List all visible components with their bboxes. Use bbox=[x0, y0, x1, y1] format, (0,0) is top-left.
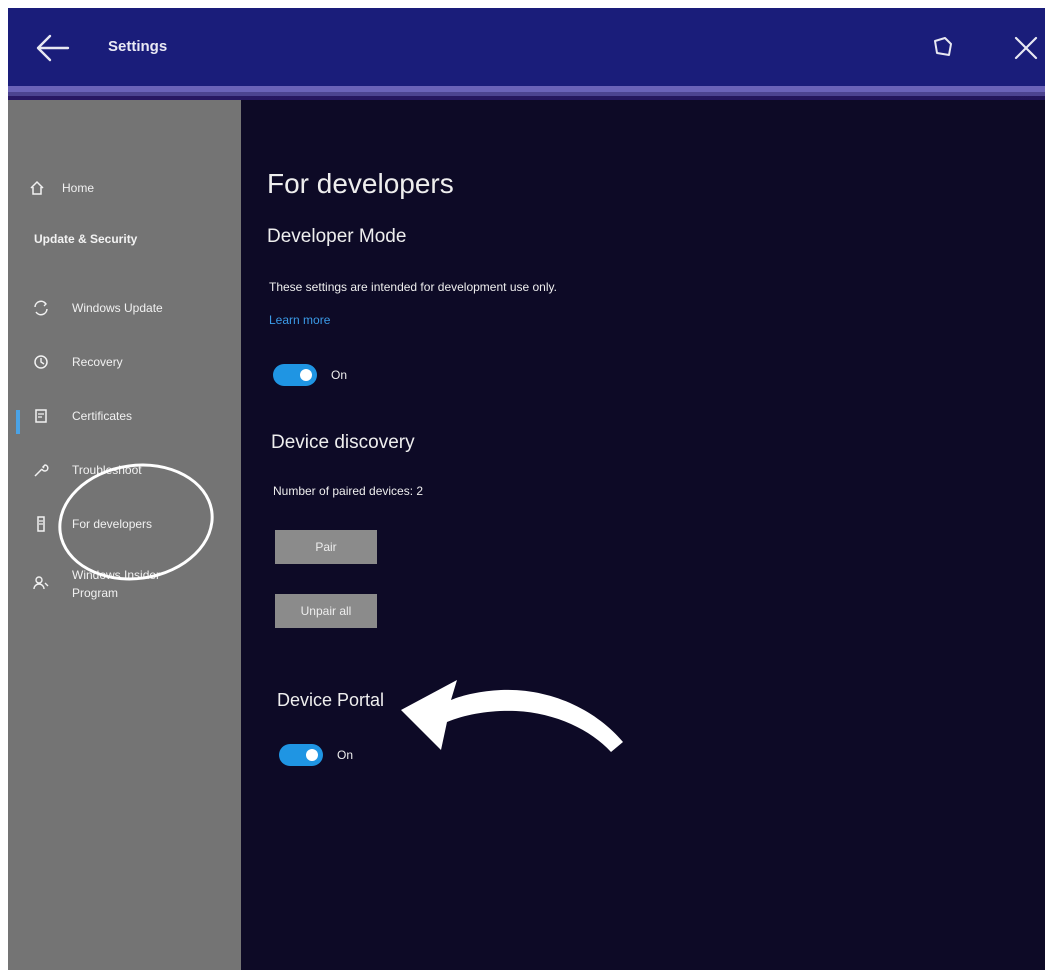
toggle-state-label: On bbox=[337, 748, 354, 762]
wrench-icon bbox=[30, 459, 52, 481]
page-title: For developers bbox=[267, 168, 454, 199]
home-icon bbox=[26, 177, 48, 199]
title-divider bbox=[8, 92, 1045, 96]
sync-icon bbox=[30, 297, 52, 319]
tile-button[interactable] bbox=[926, 30, 960, 64]
sidebar: Home Update & Security Windows Update Re… bbox=[8, 100, 241, 970]
toggle-knob bbox=[306, 749, 318, 761]
insider-icon bbox=[30, 572, 52, 594]
history-icon bbox=[30, 351, 52, 373]
content-pane: For developers Developer Mode These sett… bbox=[241, 100, 1045, 970]
sidebar-item-windows-insider[interactable]: Windows Insider Program bbox=[8, 566, 241, 610]
toggle-knob bbox=[300, 369, 312, 381]
sidebar-item-recovery[interactable]: Recovery bbox=[8, 342, 241, 382]
sidebar-item-windows-update[interactable]: Windows Update bbox=[8, 288, 241, 328]
close-button[interactable] bbox=[1006, 28, 1046, 68]
active-indicator bbox=[16, 410, 20, 434]
developer-icon bbox=[30, 513, 52, 535]
window-title: Settings bbox=[108, 38, 168, 55]
close-icon bbox=[1014, 36, 1038, 60]
title-bar: Settings bbox=[8, 8, 1045, 92]
sidebar-item-for-developers[interactable]: For developers bbox=[8, 504, 241, 544]
toggle-switch[interactable] bbox=[273, 364, 317, 386]
toggle-state-label: On bbox=[331, 368, 348, 382]
device-portal-heading: Device Portal bbox=[277, 690, 385, 710]
sidebar-item-label: For developers bbox=[72, 517, 153, 531]
back-button[interactable] bbox=[32, 28, 72, 68]
sidebar-item-label: Home bbox=[62, 181, 95, 195]
sidebar-item-troubleshoot[interactable]: Troubleshoot bbox=[8, 450, 241, 490]
toggle-switch[interactable] bbox=[279, 744, 323, 766]
sidebar-item-label: Windows Update bbox=[72, 301, 163, 315]
sidebar-item-label: Recovery bbox=[72, 355, 123, 369]
developer-mode-toggle[interactable]: On bbox=[273, 364, 347, 386]
sidebar-item-label: Certificates bbox=[72, 409, 133, 423]
back-arrow-icon bbox=[36, 34, 70, 62]
unpair-all-button[interactable]: Unpair all bbox=[275, 594, 377, 628]
tile-icon bbox=[934, 37, 952, 56]
sidebar-item-certificates[interactable]: Certificates bbox=[8, 396, 241, 436]
sidebar-item-label: Troubleshoot bbox=[72, 463, 142, 477]
sidebar-item-home[interactable]: Home bbox=[8, 168, 241, 208]
developer-mode-heading: Developer Mode bbox=[267, 226, 407, 247]
device-portal-toggle[interactable]: On bbox=[279, 744, 353, 766]
developer-mode-description: These settings are intended for developm… bbox=[269, 280, 557, 294]
sidebar-section-heading: Update & Security bbox=[34, 232, 138, 246]
learn-more-link[interactable]: Learn more bbox=[269, 313, 330, 327]
arrow-annotation bbox=[401, 680, 623, 752]
paired-devices-count: Number of paired devices: 2 bbox=[273, 484, 424, 498]
sidebar-item-label: Windows Insider Program bbox=[72, 568, 161, 600]
pair-button[interactable]: Pair bbox=[275, 530, 377, 564]
device-discovery-heading: Device discovery bbox=[271, 432, 415, 453]
certificate-icon bbox=[30, 405, 52, 427]
